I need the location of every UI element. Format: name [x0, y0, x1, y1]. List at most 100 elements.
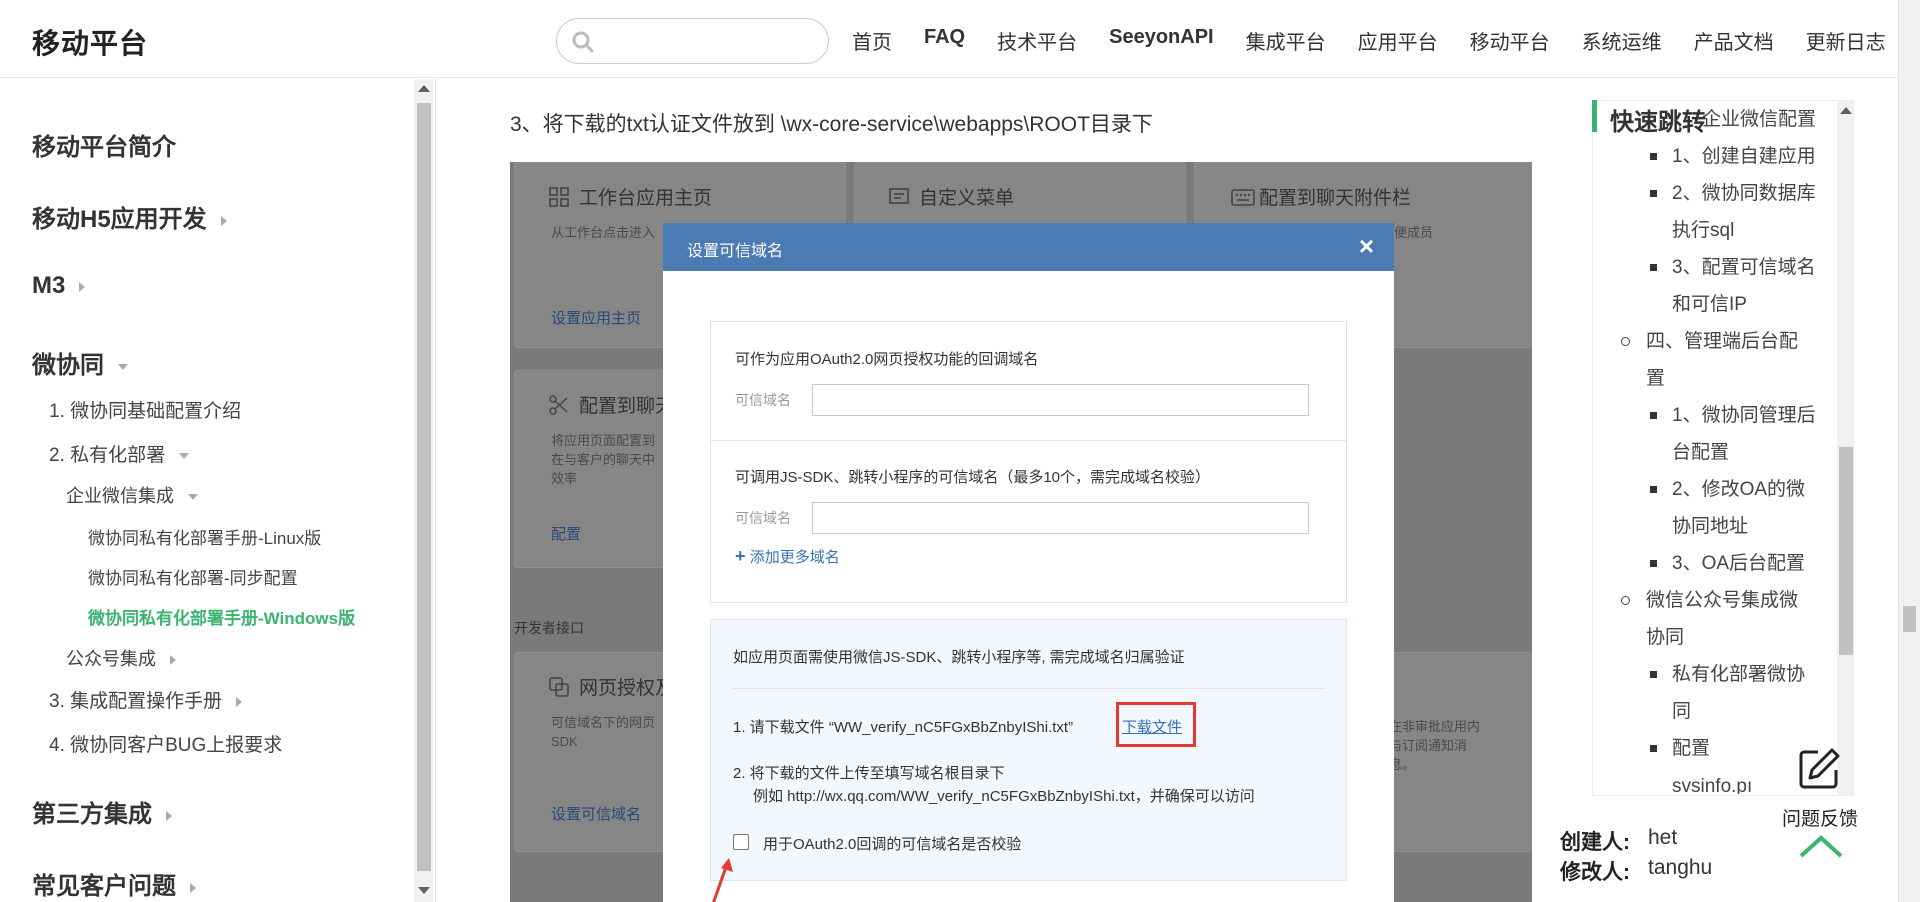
feedback-button[interactable]: 问题反馈: [1776, 738, 1866, 888]
sidebar-item-label: 1. 微协同基础配置介绍: [49, 401, 242, 422]
step2-text: 2. 将下载的文件上传至填写域名根目录下: [733, 765, 1005, 782]
toc-item[interactable]: 台配置: [1672, 434, 1729, 471]
brand-title[interactable]: 移动平台: [32, 22, 148, 62]
card-link[interactable]: 配置: [551, 523, 581, 544]
search-input[interactable]: [556, 18, 829, 64]
toc-item[interactable]: 2、微协同数据库: [1672, 175, 1816, 212]
bullet-square-icon: [1650, 486, 1657, 493]
toc-item[interactable]: 2、修改OA的微: [1672, 471, 1805, 508]
keyboard-icon: [1231, 187, 1255, 207]
sidebar-item-third-party[interactable]: 第三方集成: [32, 794, 172, 829]
jssdk-domain-input[interactable]: [812, 502, 1309, 534]
caret-down-icon: [118, 363, 128, 370]
scroll-up-icon[interactable]: [418, 85, 430, 92]
card-desc: 在非审批应用内 与订阅通知消 息。: [1389, 719, 1481, 772]
sidebar-item-wecom-integration[interactable]: 企业微信集成: [66, 482, 198, 508]
copy-icon: [549, 677, 569, 697]
sidebar-item-weixietong[interactable]: 微协同: [32, 345, 128, 380]
toc-item[interactable]: 企业微信配置: [1702, 101, 1816, 138]
checkbox-label: 用于OAuth2.0回调的可信域名是否校验: [763, 836, 1022, 853]
caret-right-icon: [79, 281, 86, 292]
sidebar-item-label: 微协同私有化部署手册-Windows版: [88, 609, 356, 628]
sidebar-item-windows-manual[interactable]: 微协同私有化部署手册-Windows版: [88, 604, 355, 629]
nav-app-platform[interactable]: 应用平台: [1358, 26, 1438, 55]
step2-example: 例如 http://wx.qq.com/WW_verify_nC5FGxBbZn…: [753, 788, 1255, 805]
toc-item[interactable]: svsinfo.pı: [1672, 770, 1752, 794]
oauth-verify-checkbox[interactable]: [733, 834, 749, 850]
card-link[interactable]: 设置应用主页: [551, 307, 641, 328]
page-scrollbar-thumb[interactable]: [1903, 606, 1916, 632]
scroll-up-icon[interactable]: [1840, 107, 1852, 114]
toc-item[interactable]: 协同: [1646, 619, 1684, 656]
nav-tech-platform[interactable]: 技术平台: [997, 26, 1077, 55]
toc-item[interactable]: 置: [1646, 360, 1665, 397]
close-icon[interactable]: ×: [1359, 231, 1374, 262]
toc-scrollbar-thumb[interactable]: [1839, 447, 1853, 655]
toc-item[interactable]: 1、创建自建应用: [1672, 138, 1816, 175]
toc-item[interactable]: 微信公众号集成微: [1646, 582, 1798, 619]
card-link[interactable]: 设置可信域名: [551, 803, 641, 824]
toc-item[interactable]: 协同地址: [1672, 508, 1748, 545]
caret-right-icon: [190, 882, 196, 893]
dialog-title: 设置可信域名: [687, 243, 784, 260]
bullet-circle-icon: [1621, 596, 1630, 605]
add-more-domains-button[interactable]: + 添加更多域名: [735, 546, 840, 567]
sidebar-scrollbar-thumb[interactable]: [417, 103, 431, 871]
sidebar-item-official-account[interactable]: 公众号集成: [66, 645, 176, 671]
caret-right-icon: [170, 655, 176, 666]
sidebar-item-label: 移动平台简介: [32, 134, 176, 161]
developer-interface-label: 开发者接口: [514, 620, 584, 636]
toc-item[interactable]: 和可信IP: [1672, 286, 1747, 323]
plus-icon: +: [735, 546, 746, 566]
sidebar-item-bug-report[interactable]: 4. 微协同客户BUG上报要求: [49, 730, 282, 757]
sidebar-item-h5-dev[interactable]: 移动H5应用开发: [32, 199, 227, 234]
nav-mobile-platform[interactable]: 移动平台: [1470, 26, 1550, 55]
domain-verification-box: 如应用页面需使用微信JS-SDK、跳转小程序等, 需完成域名归属验证 1. 请下…: [710, 619, 1347, 881]
nav-integration-platform[interactable]: 集成平台: [1246, 26, 1326, 55]
bullet-circle-icon: [1621, 337, 1630, 346]
nav-seeyonapi[interactable]: SeeyonAPI: [1109, 26, 1213, 55]
oauth-domain-input[interactable]: [812, 384, 1309, 416]
page-scrollbar[interactable]: [1898, 0, 1920, 902]
domain-settings-box: 可作为应用OAuth2.0网页授权功能的回调域名 可信域名 可调用JS-SDK、…: [710, 321, 1347, 603]
domain-field-label: 可信域名: [735, 392, 791, 408]
sidebar-item-linux-manual[interactable]: 微协同私有化部署手册-Linux版: [88, 524, 321, 549]
sidebar-item-label: 移动H5应用开发: [32, 206, 207, 233]
sidebar-item-label: 企业微信集成: [66, 486, 174, 506]
nav-changelog[interactable]: 更新日志: [1806, 26, 1886, 55]
scissors-icon: [549, 395, 569, 415]
toc-item[interactable]: 私有化部署微协: [1672, 656, 1805, 693]
toc-item[interactable]: 同: [1672, 693, 1691, 730]
sidebar-item-label: 微协同私有化部署手册-Linux版: [88, 529, 322, 548]
domain-field-label: 可信域名: [735, 510, 791, 526]
toc-scrollbar[interactable]: [1837, 101, 1853, 795]
sidebar-scrollbar[interactable]: [414, 79, 434, 902]
scroll-down-icon[interactable]: [418, 887, 430, 894]
back-to-top-icon[interactable]: [1797, 834, 1845, 860]
sidebar-item-mobile-intro[interactable]: 移动平台简介: [32, 127, 176, 162]
toc-accent-bar: [1592, 100, 1597, 132]
bullet-square-icon: [1650, 671, 1657, 678]
nav-home[interactable]: 首页: [852, 26, 892, 55]
toc-item[interactable]: 执行sql: [1672, 212, 1734, 249]
toc-item[interactable]: 四、管理端后台配: [1646, 323, 1798, 360]
sidebar-item-m3[interactable]: M3: [32, 272, 86, 300]
nav-ops[interactable]: 系统运维: [1582, 26, 1662, 55]
toc-item[interactable]: 3、OA后台配置: [1672, 545, 1805, 582]
sidebar-item-private-deploy[interactable]: 2. 私有化部署: [49, 440, 190, 467]
sidebar-item-faq[interactable]: 常见客户问题: [32, 866, 196, 901]
sidebar-item-integration-manual[interactable]: 3. 集成配置操作手册: [49, 686, 243, 713]
sidebar-item-basic-config[interactable]: 1. 微协同基础配置介绍: [49, 396, 241, 423]
toc-item[interactable]: 1、微协同管理后: [1672, 397, 1816, 434]
nav-docs[interactable]: 产品文档: [1694, 26, 1774, 55]
sidebar-item-sync-config[interactable]: 微协同私有化部署-同步配置: [88, 564, 298, 589]
sidebar-item-label: 2. 私有化部署: [49, 445, 166, 466]
verification-intro: 如应用页面需使用微信JS-SDK、跳转小程序等, 需完成域名归属验证: [733, 649, 1185, 666]
toc-item[interactable]: 配置: [1672, 730, 1710, 767]
sidebar-item-label: M3: [32, 272, 66, 299]
toc-item[interactable]: 3、配置可信域名: [1672, 249, 1816, 286]
bullet-square-icon: [1650, 153, 1657, 160]
nav-faq[interactable]: FAQ: [924, 26, 965, 55]
bullet-square-icon: [1650, 412, 1657, 419]
main-nav: 首页 FAQ 技术平台 SeeyonAPI 集成平台 应用平台 移动平台 系统运…: [852, 26, 1918, 55]
